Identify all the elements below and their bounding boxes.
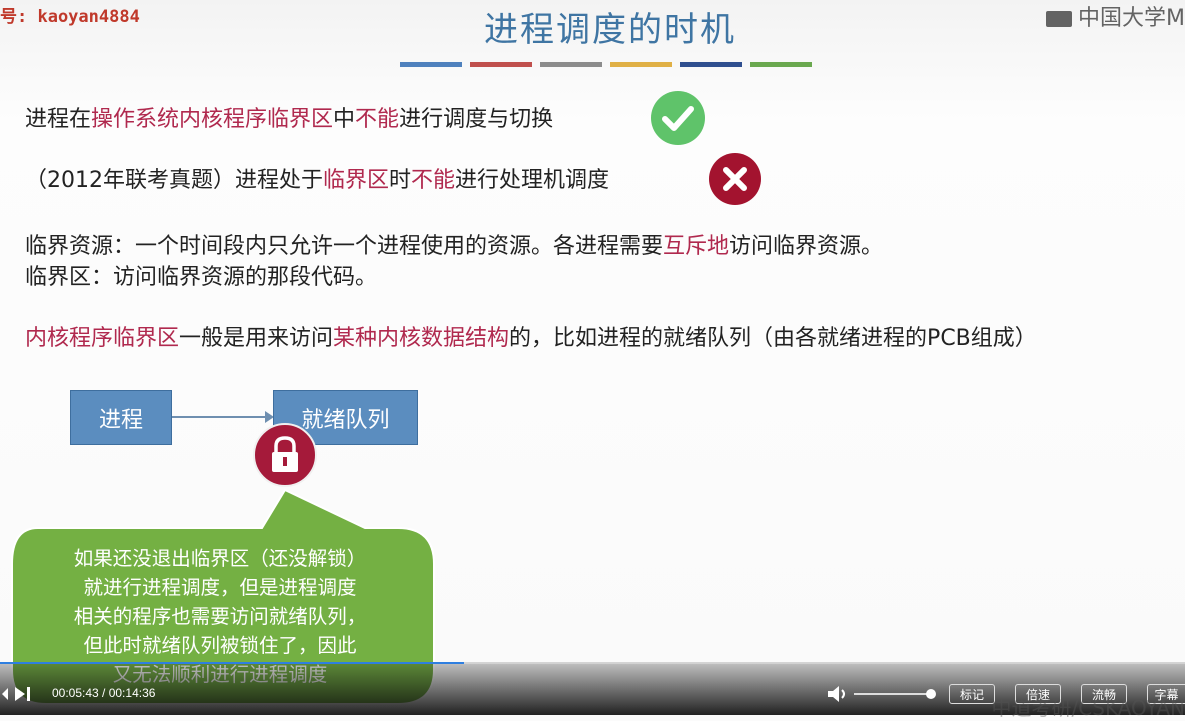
arrow — [172, 411, 274, 423]
statement-2: （2012年联考真题）进程处于临界区时不能进行处理机调度 — [25, 168, 610, 193]
check-icon — [651, 91, 705, 145]
mark-button[interactable]: 标记 — [949, 684, 995, 704]
bubble-line: 但此时就绪队列被锁住了，因此 — [83, 634, 357, 657]
volume-slider[interactable] — [854, 693, 930, 695]
statement-4: 临界区：访问临界资源的那段代码。 — [25, 265, 378, 290]
bubble-line: 如果还没退出临界区（还没解锁） — [73, 547, 367, 570]
time-display: 00:05:43 / 00:14:36 — [52, 686, 156, 700]
lock-icon — [253, 423, 317, 487]
bottom-logo: 中道考研/CSKAOYAN — [991, 696, 1185, 720]
title-color-bars — [400, 62, 812, 67]
progress-fill — [0, 662, 464, 664]
cross-icon — [709, 153, 761, 205]
prev-icon[interactable] — [2, 688, 8, 700]
next-icon[interactable] — [15, 686, 33, 702]
title-bar-segment — [540, 62, 602, 67]
slide: 号: kaoyan4884 中国大学M 进程调度的时机 进程在操作系统内核程序临… — [0, 0, 1185, 715]
title-bar-segment — [610, 62, 672, 67]
title-bar-segment — [400, 62, 462, 67]
statement-1: 进程在操作系统内核程序临界区中不能进行调度与切换 — [25, 107, 554, 132]
title-bar-segment — [680, 62, 742, 67]
bubble-line: 就进行进程调度，但是进程调度 — [83, 576, 357, 599]
volume-knob[interactable] — [926, 689, 936, 699]
progress-bar[interactable] — [0, 662, 1185, 664]
title-bar-segment — [750, 62, 812, 67]
process-box: 进程 — [70, 390, 172, 445]
bubble-line: 相关的程序也需要访问就绪队列， — [73, 605, 367, 628]
statement-3: 临界资源：一个时间段内只允许一个进程使用的资源。各进程需要互斥地访问临界资源。 — [25, 234, 884, 259]
statement-5: 内核程序临界区一般是用来访问某种内核数据结构的，比如进程的就绪队列（由各就绪进程… — [25, 326, 1037, 351]
slide-title: 进程调度的时机 — [484, 10, 736, 50]
title-bar-segment — [470, 62, 532, 67]
volume-icon[interactable] — [828, 685, 850, 703]
